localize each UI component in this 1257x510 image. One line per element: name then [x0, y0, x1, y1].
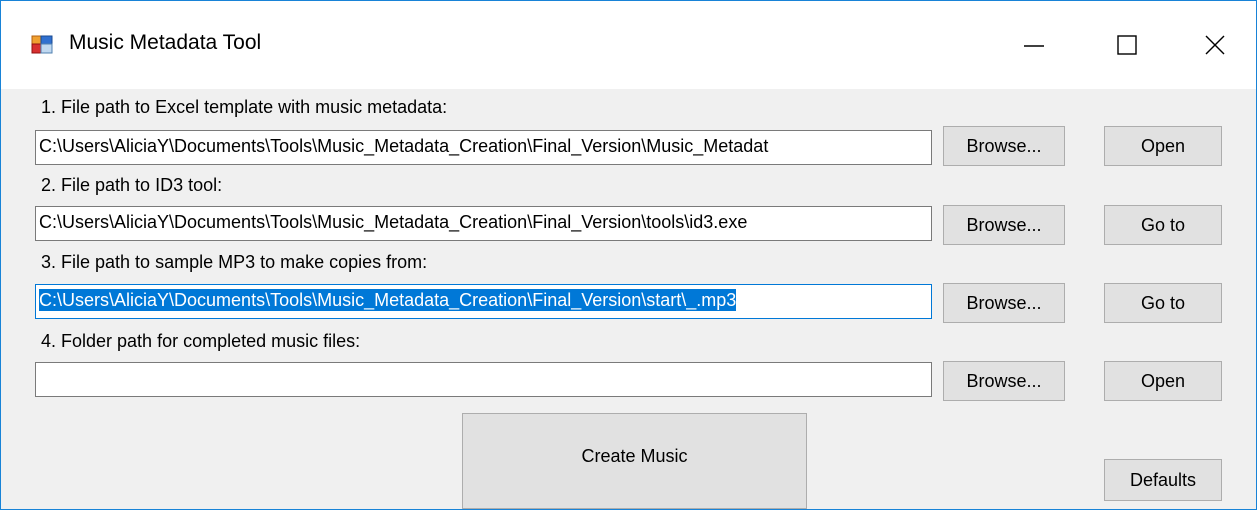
- defaults-button[interactable]: Defaults: [1104, 459, 1222, 501]
- id3-tool-label: 2. File path to ID3 tool:: [41, 175, 223, 195]
- minimize-icon: [1024, 45, 1044, 47]
- close-button[interactable]: [1169, 1, 1257, 89]
- output-folder-path-input[interactable]: [35, 362, 932, 397]
- maximize-icon: [1117, 35, 1137, 55]
- excel-template-label: 1. File path to Excel template with musi…: [41, 97, 448, 117]
- output-folder-open-button[interactable]: Open: [1104, 361, 1222, 401]
- excel-template-open-button[interactable]: Open: [1104, 126, 1222, 166]
- output-folder-browse-button[interactable]: Browse...: [943, 361, 1065, 401]
- excel-template-path-value: C:\Users\AliciaY\Documents\Tools\Music_M…: [39, 136, 769, 156]
- id3-tool-browse-button[interactable]: Browse...: [943, 205, 1065, 245]
- id3-tool-path-input[interactable]: C:\Users\AliciaY\Documents\Tools\Music_M…: [35, 206, 932, 241]
- minimize-button[interactable]: [988, 1, 1080, 89]
- title-bar[interactable]: Music Metadata Tool: [1, 1, 1256, 89]
- app-window: Music Metadata Tool 1. File path to Exce…: [0, 0, 1257, 510]
- id3-tool-goto-button[interactable]: Go to: [1104, 205, 1222, 245]
- sample-mp3-label: 3. File path to sample MP3 to make copie…: [41, 252, 428, 272]
- sample-mp3-path-input[interactable]: C:\Users\AliciaY\Documents\Tools\Music_M…: [35, 284, 932, 319]
- app-form-icon: [31, 33, 53, 55]
- close-icon: [1205, 35, 1225, 55]
- output-folder-label: 4. Folder path for completed music files…: [41, 331, 361, 351]
- sample-mp3-goto-button[interactable]: Go to: [1104, 283, 1222, 323]
- id3-tool-path-value: C:\Users\AliciaY\Documents\Tools\Music_M…: [39, 212, 748, 232]
- sample-mp3-path-value: C:\Users\AliciaY\Documents\Tools\Music_M…: [39, 289, 737, 311]
- excel-template-browse-button[interactable]: Browse...: [943, 126, 1065, 166]
- sample-mp3-browse-button[interactable]: Browse...: [943, 283, 1065, 323]
- maximize-button[interactable]: [1081, 1, 1173, 89]
- window-title: Music Metadata Tool: [69, 31, 262, 54]
- create-music-button[interactable]: Create Music: [462, 413, 807, 509]
- excel-template-path-input[interactable]: C:\Users\AliciaY\Documents\Tools\Music_M…: [35, 130, 932, 165]
